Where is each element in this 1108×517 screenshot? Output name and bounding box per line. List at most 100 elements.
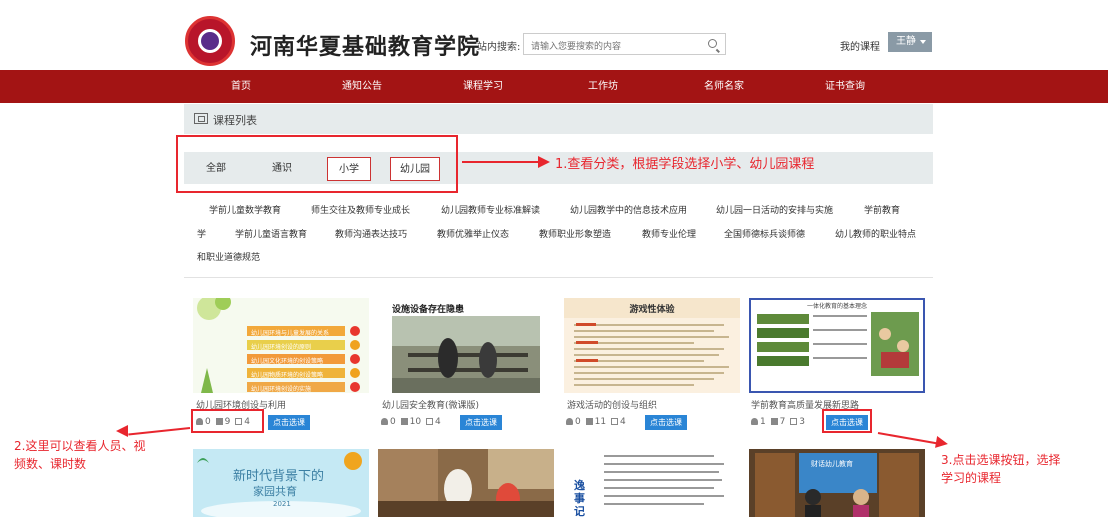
- user-menu-button[interactable]: 王静: [888, 32, 932, 52]
- course-thumbnail[interactable]: [378, 449, 554, 517]
- course-thumbnail[interactable]: 新时代背景下的 家园共育 2021: [193, 449, 369, 517]
- course-stats: 0 11 4: [566, 415, 628, 429]
- select-course-button[interactable]: 点击选课: [645, 415, 687, 430]
- user-icon: [751, 418, 758, 425]
- tag-item[interactable]: 学前教育: [864, 203, 900, 216]
- course-title[interactable]: 幼儿园安全教育(微课版): [382, 398, 479, 411]
- course-title[interactable]: 游戏活动的创设与组织: [567, 398, 657, 411]
- annotation-2-line: 2.这里可以查看人员、视: [14, 439, 146, 453]
- annotation-2: 2.这里可以查看人员、视 频数、课时数: [14, 437, 145, 473]
- thumbnail-text: 幼儿园文化环境的创设策略: [251, 358, 324, 365]
- tag-item[interactable]: 教师职业形象塑造: [539, 227, 611, 240]
- hour-count: 4: [434, 417, 441, 427]
- thumbnail-graphic: [751, 300, 923, 376]
- search-icon[interactable]: [708, 39, 717, 48]
- tag-item[interactable]: 和职业道德规范: [197, 250, 260, 263]
- thumbnail-text: 幼儿园环境创设的原则: [251, 344, 312, 351]
- nav-item-workshop[interactable]: 工作坊: [568, 70, 638, 103]
- course-stats: 1 7 3: [751, 415, 807, 429]
- thumbnail-text: 幼儿园环境与儿童发展的关系: [251, 330, 330, 337]
- highlight-box-select: [822, 409, 872, 433]
- course-list-title: 课程列表: [213, 114, 257, 127]
- highlight-box-filters: [176, 135, 458, 193]
- arrow-head-icon: [116, 425, 128, 437]
- my-course-link[interactable]: 我的课程: [840, 38, 880, 53]
- nav-item-course-study[interactable]: 课程学习: [448, 70, 518, 103]
- thumbnail-text: 幼儿园环境创设的实施: [251, 386, 312, 393]
- course-thumbnail[interactable]: 幼儿园环境与儿童发展的关系 幼儿园环境创设的原则 幼儿园文化环境的创设策略 幼儿…: [193, 298, 369, 393]
- page: 河南华夏基础教育学院 站内搜索: 我的课程 王静 首页 通知公告 课程学习 工作…: [0, 0, 1108, 517]
- course-thumbnail[interactable]: 设施设备存在隐患: [378, 298, 554, 393]
- user-name: 王静: [896, 36, 916, 47]
- tag-item[interactable]: 师生交往及教师专业成长: [311, 203, 410, 216]
- search-field[interactable]: [523, 33, 726, 57]
- annotation-arrow-1: [462, 161, 540, 163]
- document-icon: [610, 418, 618, 425]
- search-input[interactable]: [524, 37, 704, 57]
- thumbnail-text: 新时代背景下的: [233, 469, 325, 484]
- document-icon: [425, 418, 433, 425]
- tag-item[interactable]: 幼儿教师的职业特点: [835, 227, 916, 240]
- thumbnail-text: 家园共育: [253, 485, 297, 498]
- divider: [184, 277, 933, 278]
- hour-count: 4: [619, 417, 626, 427]
- people-count: 0: [390, 417, 396, 427]
- nav-item-famous-teachers[interactable]: 名师名家: [689, 70, 759, 103]
- annotation-arrow-2: [128, 427, 191, 436]
- course-thumbnail[interactable]: 一体化教育的基本理念: [749, 298, 925, 393]
- user-icon: [566, 418, 573, 425]
- course-thumbnail[interactable]: 逸事记录: [564, 449, 740, 517]
- thumbnail-text: 一体化教育的基本理念: [806, 303, 867, 310]
- people-count: 1: [760, 417, 766, 427]
- thumbnail-text: 游戏性体验: [629, 305, 675, 315]
- header: 河南华夏基础教育学院 站内搜索: 我的课程 王静: [0, 0, 1108, 70]
- user-icon: [381, 418, 388, 425]
- highlight-box-stats: [191, 409, 264, 433]
- tag-item[interactable]: 学前儿童数学教育: [209, 203, 281, 216]
- thumbnail-graphic: [564, 449, 740, 517]
- video-icon: [400, 418, 408, 425]
- main-nav: 首页 通知公告 课程学习 工作坊 名师名家 证书查询: [0, 70, 1108, 103]
- nav-item-certificate-query[interactable]: 证书查询: [810, 70, 880, 103]
- tag-item[interactable]: 幼儿园一日活动的安排与实施: [716, 203, 833, 216]
- course-list-header: 课程列表: [184, 104, 933, 134]
- site-title: 河南华夏基础教育学院: [250, 34, 481, 60]
- tag-item[interactable]: 教师沟通表达技巧: [335, 227, 407, 240]
- video-count: 7: [779, 417, 786, 427]
- video-icon: [770, 418, 778, 425]
- arrow-head-icon: [935, 436, 949, 450]
- thumbnail-text: 财话幼儿教育: [811, 460, 853, 468]
- thumbnail-text: 幼儿园物质环境的创设策略: [251, 372, 324, 379]
- document-icon: [790, 418, 798, 425]
- course-thumbnail[interactable]: 游戏性体验: [564, 298, 740, 393]
- select-course-button[interactable]: 点击选课: [268, 415, 310, 430]
- arrow-head-icon: [538, 156, 550, 168]
- search-label: 站内搜索:: [477, 42, 521, 53]
- tag-item[interactable]: 学: [197, 227, 206, 240]
- tag-item[interactable]: 教师专业伦理: [642, 227, 696, 240]
- nav-item-notices[interactable]: 通知公告: [327, 70, 397, 103]
- thumbnail-graphic: [378, 449, 554, 517]
- annotation-arrow-3: [877, 432, 938, 445]
- course-thumbnail[interactable]: 财话幼儿教育: [749, 449, 925, 517]
- annotation-3-line: 3.点击选课按钮，选择: [941, 453, 1061, 467]
- video-icon: [585, 418, 593, 425]
- thumbnail-text: 设施设备存在隐患: [392, 305, 465, 315]
- thumbnail-text: 2021: [273, 500, 291, 508]
- video-count: 10: [409, 417, 422, 427]
- logo[interactable]: [185, 16, 235, 66]
- tag-item[interactable]: 幼儿园教学中的信息技术应用: [570, 203, 687, 216]
- tag-item[interactable]: 全国师德标兵谈师德: [724, 227, 805, 240]
- tag-item[interactable]: 幼儿园教师专业标准解读: [441, 203, 540, 216]
- list-icon: [194, 113, 208, 124]
- annotation-3-line: 学习的课程: [941, 471, 1002, 485]
- hour-count: 3: [799, 417, 805, 427]
- select-course-button[interactable]: 点击选课: [460, 415, 502, 430]
- annotation-3: 3.点击选课按钮，选择 学习的课程: [941, 451, 1060, 487]
- video-count: 11: [594, 417, 607, 427]
- chevron-down-icon: [920, 40, 926, 44]
- tag-item[interactable]: 学前儿童语言教育: [235, 227, 307, 240]
- thumbnail-text: 逸事记录: [574, 479, 585, 517]
- tag-item[interactable]: 教师优雅举止仪态: [437, 227, 509, 240]
- nav-item-home[interactable]: 首页: [206, 70, 276, 103]
